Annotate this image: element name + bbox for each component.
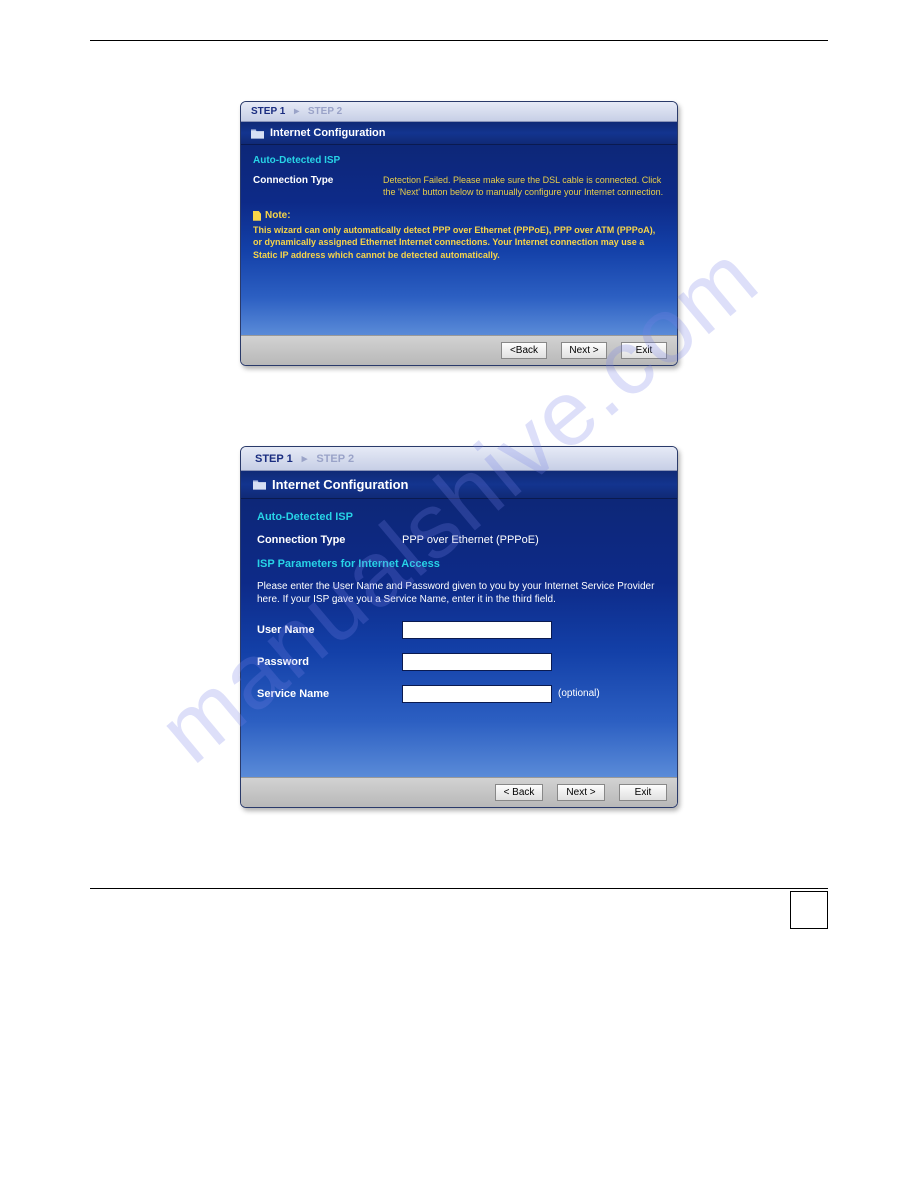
section-heading: Auto-Detected ISP <box>253 155 665 166</box>
note-label: Note: <box>265 210 291 221</box>
exit-button[interactable]: Exit <box>621 342 667 359</box>
folder-icon <box>253 479 266 490</box>
step-active: STEP 1 <box>251 106 285 117</box>
connection-type-label: Connection Type <box>253 174 383 186</box>
wizard-title: Internet Configuration <box>272 477 409 492</box>
title-bar: Internet Configuration <box>241 122 677 145</box>
next-button[interactable]: Next > <box>557 784 605 801</box>
connection-type-value: Detection Failed. Please make sure the D… <box>383 174 665 198</box>
isp-params-heading: ISP Parameters for Internet Access <box>257 558 661 570</box>
user-name-input[interactable] <box>402 621 552 639</box>
service-name-suffix: (optional) <box>558 688 600 699</box>
note-body: This wizard can only automatically detec… <box>253 224 665 260</box>
page-number-box <box>790 891 828 929</box>
step-separator: ▸ <box>302 453 308 465</box>
connection-type-value: PPP over Ethernet (PPPoE) <box>402 533 661 548</box>
wizard-detection-failed: STEP 1 ▸ STEP 2 Internet Configuration A… <box>240 101 678 366</box>
connection-type-row: Connection Type Detection Failed. Please… <box>253 174 665 198</box>
note-heading: Note: <box>253 210 665 221</box>
service-name-row: Service Name (optional) <box>257 685 661 703</box>
step-bar: STEP 1 ▸ STEP 2 <box>241 447 677 471</box>
password-label: Password <box>257 656 402 668</box>
step-bar: STEP 1 ▸ STEP 2 <box>241 102 677 122</box>
connection-type-row: Connection Type PPP over Ethernet (PPPoE… <box>257 533 661 548</box>
connection-type-label: Connection Type <box>257 533 402 546</box>
step-separator: ▸ <box>294 106 299 117</box>
folder-icon <box>251 128 264 139</box>
button-bar: < Back Next > Exit <box>241 777 677 807</box>
step-inactive: STEP 2 <box>308 106 342 117</box>
next-button[interactable]: Next > <box>561 342 607 359</box>
user-name-row: User Name <box>257 621 661 639</box>
user-name-label: User Name <box>257 624 402 636</box>
service-name-input[interactable] <box>402 685 552 703</box>
service-name-label: Service Name <box>257 688 402 700</box>
password-input[interactable] <box>402 653 552 671</box>
wizard-content: Auto-Detected ISP Connection Type Detect… <box>241 145 677 335</box>
isp-params-description: Please enter the User Name and Password … <box>257 580 661 607</box>
step-inactive: STEP 2 <box>316 453 354 465</box>
password-row: Password <box>257 653 661 671</box>
wizard-content: Auto-Detected ISP Connection Type PPP ov… <box>241 499 677 777</box>
page-top-rule <box>90 40 828 41</box>
back-button[interactable]: <Back <box>501 342 547 359</box>
wizard-pppoe-config: STEP 1 ▸ STEP 2 Internet Configuration A… <box>240 446 678 808</box>
section-heading: Auto-Detected ISP <box>257 511 661 523</box>
wizard-title: Internet Configuration <box>270 127 386 139</box>
title-bar: Internet Configuration <box>241 471 677 499</box>
page-bottom-rule <box>90 888 828 889</box>
back-button[interactable]: < Back <box>495 784 543 801</box>
note-icon <box>253 211 261 221</box>
step-active: STEP 1 <box>255 453 293 465</box>
exit-button[interactable]: Exit <box>619 784 667 801</box>
button-bar: <Back Next > Exit <box>241 335 677 365</box>
